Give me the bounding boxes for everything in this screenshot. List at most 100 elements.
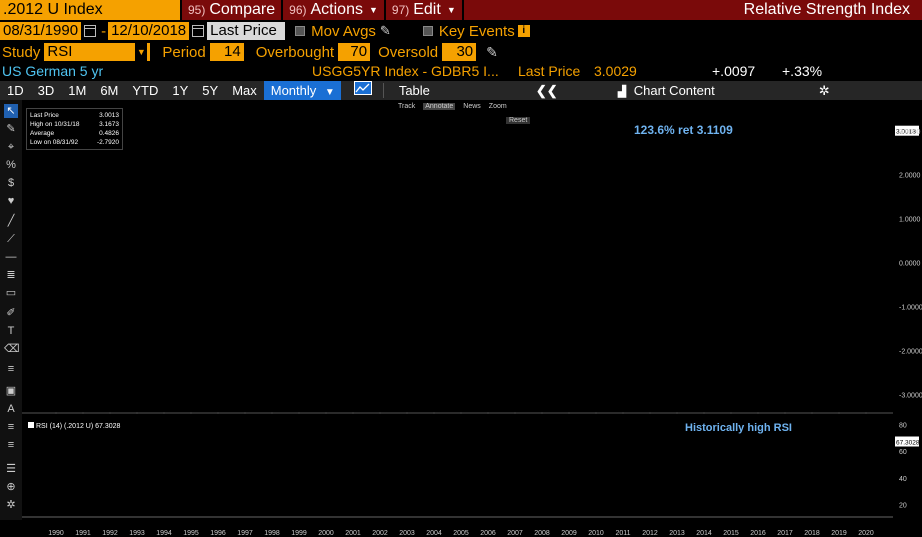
rsi-swatch (28, 422, 34, 428)
x-tick-label: 2005 (453, 530, 469, 537)
legend-label: Average (30, 130, 55, 137)
x-tick-label: 2000 (318, 530, 334, 537)
edit-menu[interactable]: 97) Edit ▼ (385, 0, 462, 20)
x-tick-label: 2012 (642, 530, 658, 537)
table-button[interactable]: Table (392, 81, 437, 100)
range-button-1m[interactable]: 1M (61, 81, 93, 100)
rsi-annotation[interactable]: Historically high RSI (685, 422, 792, 434)
range-button-1y[interactable]: 1Y (165, 81, 195, 100)
range-button-1d[interactable]: 1D (0, 81, 31, 100)
rsi-legend[interactable]: RSI (14) (.2012 U) 67.3028 (28, 422, 120, 430)
range-button-6m[interactable]: 6M (93, 81, 125, 100)
period-input[interactable]: 14 (209, 43, 244, 61)
x-tick-label: 2015 (723, 530, 739, 537)
chart-area[interactable]: 138.2%(3.6330)123.6%(3.1109)100.0%(2.267… (0, 100, 922, 537)
y-tick-label: 0.0000 (899, 261, 921, 268)
overbought-label: Overbought (255, 43, 335, 61)
rsi-legend-label: RSI (14) (.2012 U) 67.3028 (36, 423, 121, 430)
collapse-icon[interactable]: ❮❮ (529, 81, 565, 100)
x-tick-label: 2004 (426, 530, 442, 537)
x-tick-label: 2014 (696, 530, 712, 537)
reset-button[interactable]: Reset (506, 117, 531, 124)
x-tick-label: 2001 (345, 530, 361, 537)
study-bar: Study RSI ▼ Period 14 Overbought 70 Over… (0, 42, 922, 62)
zoom-button[interactable]: Zoom (489, 103, 507, 110)
calendar-icon[interactable] (84, 25, 97, 37)
legend-value: 3.1673 (99, 121, 119, 128)
main-panel-bg (22, 100, 893, 412)
oversold-input[interactable]: 30 (442, 43, 477, 61)
legend-row: Low on 08/31/92 -2.7920 (30, 138, 119, 147)
x-tick-label: 2010 (588, 530, 604, 537)
calendar-icon[interactable] (192, 25, 205, 37)
pencil-icon[interactable]: ✎ (486, 44, 498, 61)
chart-content-button[interactable]: ▟ Chart Content (611, 81, 722, 100)
legend-value: -2.7920 (96, 139, 119, 146)
range-button-max[interactable]: Max (225, 81, 264, 100)
x-tick-label: 2008 (534, 530, 550, 537)
compare-label: Compare (209, 1, 276, 18)
edit-shortcut: 97) (391, 3, 410, 17)
price-field-select[interactable]: Last Price (207, 22, 286, 40)
x-tick-label: 1994 (156, 530, 172, 537)
track-button[interactable]: Track (398, 103, 415, 110)
frequency-select[interactable]: Monthly ▼ (263, 81, 341, 100)
x-tick-label: 2011 (615, 530, 630, 537)
legend-row: Average 0.4826 (30, 129, 119, 138)
y-tick-label: 2.0000 (899, 173, 921, 180)
range-button-5y[interactable]: 5Y (195, 81, 225, 100)
legend-row: High on 10/31/18 3.1673 (30, 120, 119, 129)
compare-menu[interactable]: 95) Compare (182, 0, 282, 20)
chart-content-label: Chart Content (633, 83, 715, 98)
mov-avgs-label: Mov Avgs (311, 22, 376, 40)
range-button-3d[interactable]: 3D (31, 81, 62, 100)
x-tick-label: 2017 (777, 530, 793, 537)
x-tick-label: 2007 (507, 530, 523, 537)
date-separator: - (101, 22, 107, 40)
chevron-down-icon: ▼ (324, 87, 335, 98)
x-tick-label: 2002 (372, 530, 388, 537)
start-date-field[interactable]: 08/31/1990 (0, 22, 82, 40)
overbought-input[interactable]: 70 (338, 43, 371, 61)
x-tick-label: 2003 (399, 530, 415, 537)
gear-icon[interactable]: ✲ (812, 81, 837, 100)
edit-label: Edit (413, 1, 441, 18)
price-legend[interactable]: Last Price 3.0013 High on 10/31/18 3.167… (26, 108, 123, 150)
actions-menu[interactable]: 96) Actions ▼ (283, 0, 384, 20)
rsi-y-tick-label: 60 (899, 449, 907, 456)
x-tick-label: 2020 (858, 530, 874, 537)
y-tick-label: 1.0000 (899, 217, 921, 224)
annotate-button[interactable]: Annotate (423, 103, 456, 110)
study-select[interactable]: RSI ▼ (44, 43, 151, 61)
x-tick-label: 2013 (669, 530, 685, 537)
chevron-down-icon: ▼ (446, 5, 456, 15)
frequency-value: Monthly (270, 83, 317, 98)
rsi-y-tick-label: 40 (899, 476, 907, 483)
key-events-checkbox[interactable] (422, 26, 433, 36)
y-tick-label: -2.0000 (899, 348, 922, 355)
x-tick-label: 2006 (480, 530, 496, 537)
news-button[interactable]: News (463, 103, 481, 110)
info-icon[interactable]: i (517, 25, 530, 37)
pencil-icon[interactable]: ✎ (380, 23, 391, 39)
fib-annotation[interactable]: 123.6% ret 3.1109 (634, 123, 733, 137)
legend-label: Last Price (30, 112, 59, 119)
chevron-down-icon: ▼ (368, 5, 378, 15)
legend-value: 0.4826 (99, 130, 119, 137)
actions-label: Actions (310, 1, 363, 18)
line-chart-icon[interactable] (347, 81, 379, 100)
security-ticker: USGG5YR Index - GDBR5 I... (312, 63, 499, 79)
range-toolbar: 1D 3D 1M 6M YTD 1Y 5Y Max Monthly ▼ Tabl… (0, 81, 922, 100)
legend-row: Last Price 3.0013 (30, 111, 119, 120)
range-button-ytd[interactable]: YTD (125, 81, 165, 100)
end-date-field[interactable]: 12/10/2018 (108, 22, 190, 40)
x-tick-label: 2019 (831, 530, 847, 537)
price-change: +.0097 (712, 63, 756, 79)
legend-label: High on 10/31/18 (30, 121, 80, 128)
last-price-value: 3.0029 (594, 63, 637, 79)
study-label: Study (2, 43, 41, 61)
mov-avgs-checkbox[interactable] (295, 26, 306, 36)
security-title[interactable]: .2012 U Index (0, 0, 180, 20)
x-tick-label: 1995 (183, 530, 199, 537)
x-tick-label: 1997 (237, 530, 253, 537)
